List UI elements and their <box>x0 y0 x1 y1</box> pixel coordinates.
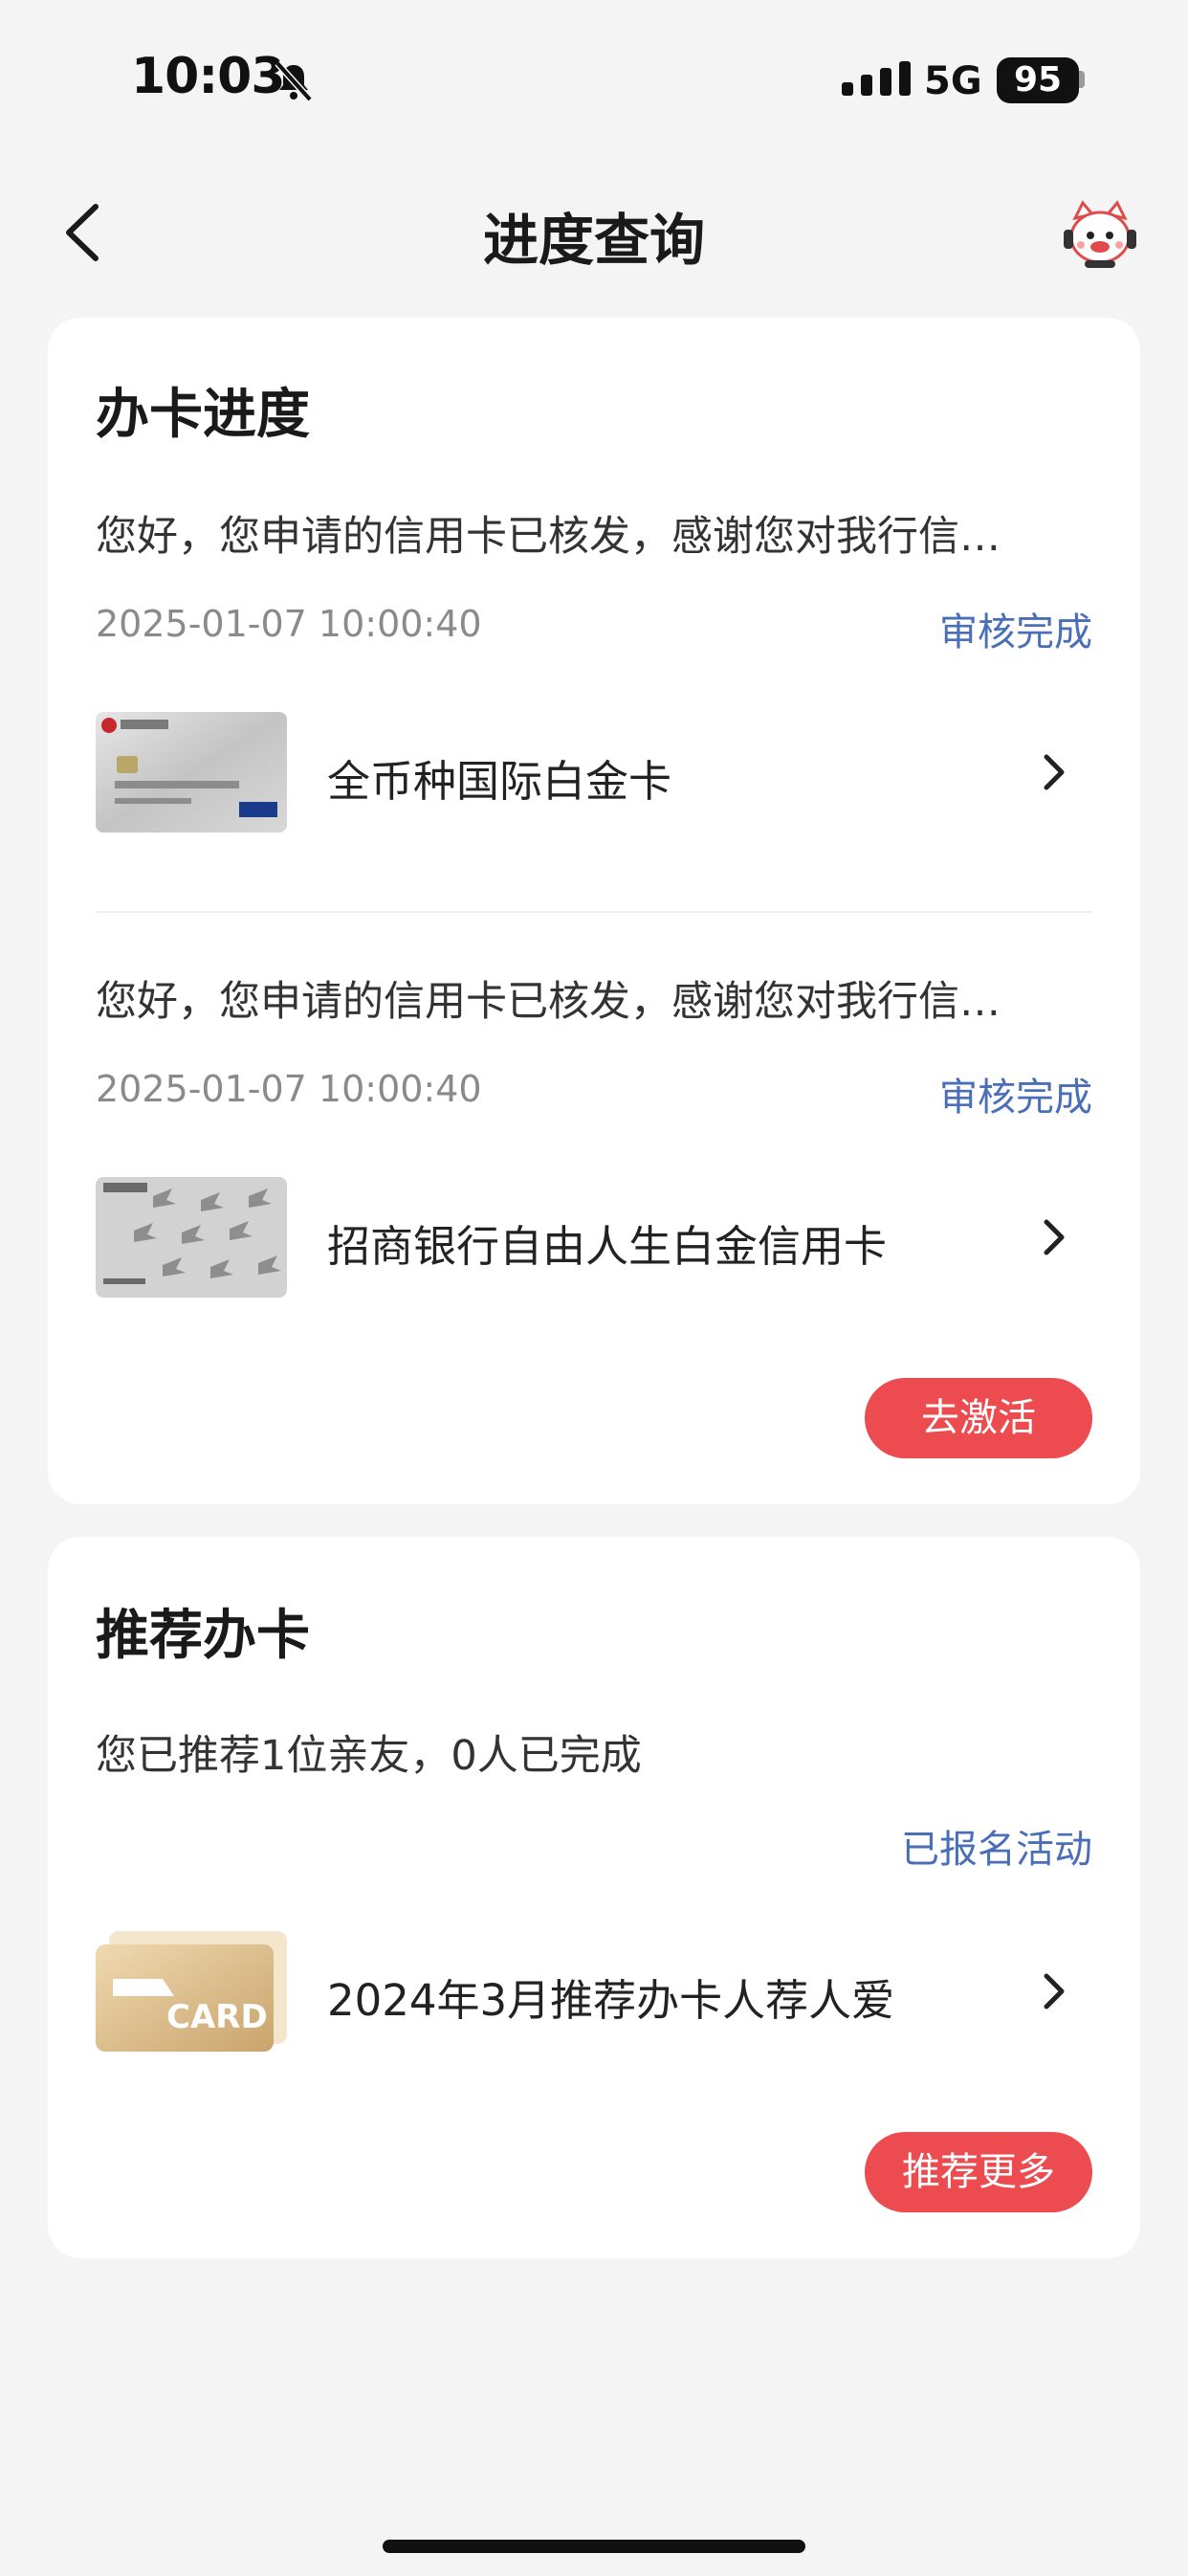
home-indicator[interactable] <box>383 2540 805 2553</box>
free-life-card-thumbnail <box>96 1177 287 1298</box>
signal-icon <box>842 61 911 96</box>
progress-time-1: 2025-01-07 10:00:40 <box>96 603 482 645</box>
recommend-more-button[interactable]: 推荐更多 <box>865 2132 1092 2212</box>
card-row-2[interactable]: 招商银行自由人生白金信用卡 <box>96 1177 1090 1298</box>
activity-name: 2024年3月推荐办卡人荐人爱 <box>327 1975 895 2026</box>
platinum-card-thumbnail <box>96 712 287 833</box>
card-row-1[interactable]: 全币种国际白金卡 <box>96 712 1090 833</box>
progress-status-1: 审核完成 <box>939 611 1092 655</box>
assistant-avatar-icon[interactable] <box>1060 197 1140 270</box>
card-promo-thumbnail: CARD <box>96 1931 287 2052</box>
progress-time-2: 2025-01-07 10:00:40 <box>96 1068 482 1110</box>
progress-section-title: 办卡进度 <box>96 384 310 446</box>
recommend-section-title: 推荐办卡 <box>96 1605 310 1667</box>
progress-status-2: 审核完成 <box>939 1076 1092 1120</box>
chevron-right-icon <box>1044 754 1065 790</box>
progress-message-1: 您好，您申请的信用卡已核发，感谢您对我行信… <box>96 513 1001 561</box>
card-name-1: 全币种国际白金卡 <box>327 756 672 807</box>
status-time: 10:03 <box>131 48 286 105</box>
recommend-status[interactable]: 已报名活动 <box>823 1818 1092 1874</box>
activity-row[interactable]: CARD 2024年3月推荐办卡人荐人爱 <box>96 1931 1090 2052</box>
network-type: 5G <box>924 59 982 103</box>
progress-message-2: 您好，您申请的信用卡已核发，感谢您对我行信… <box>96 978 1001 1026</box>
card-promo-label: CARD <box>166 1998 268 2036</box>
silent-bell-icon <box>275 60 313 102</box>
activate-button[interactable]: 去激活 <box>865 1378 1092 1458</box>
divider <box>96 911 1092 913</box>
page-title: 进度查询 <box>482 208 705 273</box>
chevron-right-icon <box>1044 1973 1065 2010</box>
battery-tip <box>1079 71 1085 88</box>
battery-indicator: 95 <box>997 57 1079 103</box>
chevron-right-icon <box>1044 1219 1065 1255</box>
recommend-summary: 您已推荐1位亲友，0人已完成 <box>96 1732 642 1780</box>
card-name-2: 招商银行自由人生白金信用卡 <box>327 1221 888 1272</box>
